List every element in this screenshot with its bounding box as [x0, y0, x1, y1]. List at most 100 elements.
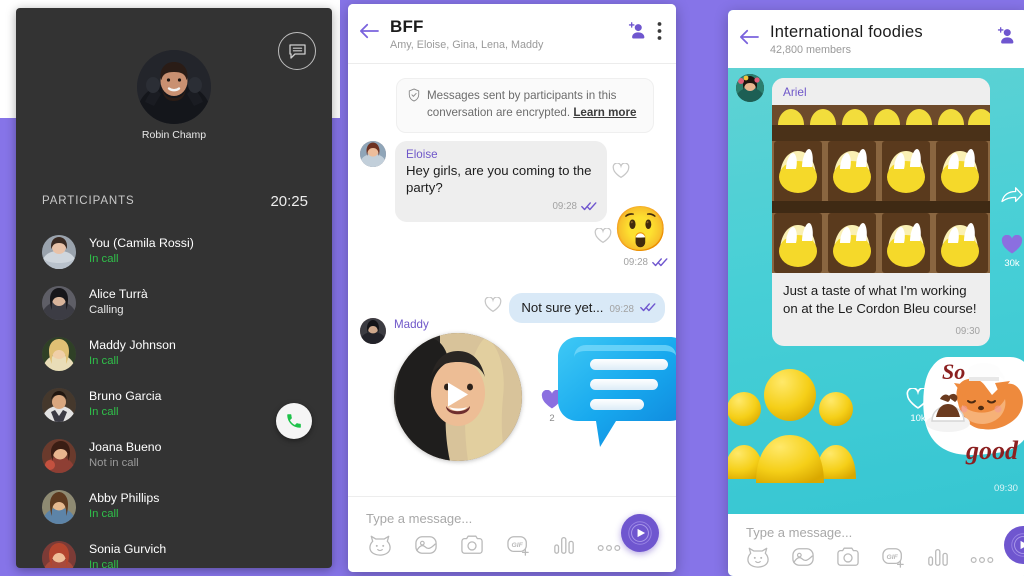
caller-name: Robin Champ — [141, 129, 207, 141]
message-bubble: Eloise Hey girls, are you coming to the … — [395, 140, 607, 222]
send-button[interactable] — [621, 514, 659, 552]
shield-check-icon — [408, 88, 420, 122]
gif-icon[interactable]: GIF — [881, 546, 906, 573]
read-receipt-icon — [581, 198, 597, 216]
post-text: Just a taste of what I'm working on at t… — [783, 283, 977, 316]
message-meta: 09:28 — [613, 254, 668, 272]
message-sender: Eloise — [406, 147, 438, 161]
avatar — [42, 336, 76, 371]
encryption-notice: Messages sent by participants in this co… — [396, 78, 654, 133]
gallery-icon[interactable] — [791, 546, 815, 573]
post-photo — [772, 105, 990, 273]
participant-row-6[interactable]: Sonia Gurvich In call — [16, 532, 332, 568]
community-members: 42,800 members — [770, 43, 852, 56]
answer-call-button[interactable] — [276, 403, 312, 439]
message-incoming-video[interactable]: Maddy — [360, 317, 429, 344]
participant-row-5[interactable]: Abby Phillips In call — [16, 481, 332, 532]
read-receipt-icon — [652, 254, 668, 272]
community-feed: Ariel Just a taste of what I'm working o… — [728, 68, 1024, 514]
participants-label: PARTICIPANTS — [42, 195, 135, 207]
screenshot-stage: Robin Champ PARTICIPANTS 20:25 You (Cami… — [0, 0, 1024, 576]
share-arrow-icon[interactable] — [1000, 186, 1024, 211]
chat-bubble-icon[interactable] — [278, 32, 316, 70]
message-time: 09:28 — [623, 257, 648, 269]
chat-subtitle: Amy, Eloise, Gina, Lena, Maddy — [390, 38, 544, 51]
message-time: 09:28 — [552, 201, 577, 213]
poll-icon[interactable] — [927, 546, 949, 573]
community-post[interactable]: Ariel Just a taste of what I'm working o… — [772, 78, 990, 346]
participant-name: Joana Bueno — [89, 440, 162, 455]
post-action-rail: 30k — [1000, 186, 1024, 269]
heart-reaction-button-0[interactable] — [612, 162, 630, 184]
play-icon[interactable] — [445, 380, 471, 413]
avatar — [42, 285, 76, 320]
video-message-thumbnail[interactable] — [394, 332, 522, 461]
message-outgoing-emoji[interactable]: 😲 09:28 — [613, 204, 668, 272]
avatar — [360, 317, 386, 344]
participant-status: In call — [89, 252, 119, 265]
caller-avatar — [137, 50, 211, 124]
surprised-emoji-icon: 😲 — [613, 204, 668, 254]
message-input[interactable]: Type a message... — [728, 514, 1024, 540]
participant-list: You (Camila Rossi) In call Alice Turrà C… — [16, 226, 332, 568]
participant-row-0[interactable]: You (Camila Rossi) In call — [16, 226, 332, 277]
chat-title: BFF — [390, 16, 424, 36]
avatar — [42, 438, 76, 473]
post-author-name: Ariel — [772, 78, 990, 105]
message-text: Not sure yet... — [521, 299, 604, 315]
call-timer: 20:25 — [270, 192, 308, 210]
participants-header: PARTICIPANTS 20:25 — [16, 186, 332, 216]
camera-icon[interactable] — [836, 546, 860, 573]
participant-status: In call — [89, 405, 119, 418]
more-horizontal-icon[interactable] — [970, 551, 994, 569]
svg-text:GIF: GIF — [886, 554, 898, 561]
message-incoming-text[interactable]: Eloise Hey girls, are you coming to the … — [360, 140, 607, 222]
gallery-icon[interactable] — [414, 534, 438, 561]
chat-screen-panel: BFF Amy, Eloise, Gina, Lena, Maddy Messa… — [348, 4, 676, 572]
participant-status: Not in call — [89, 456, 139, 469]
chat-title-block: BFF Amy, Eloise, Gina, Lena, Maddy — [390, 17, 616, 51]
participant-row-1[interactable]: Alice Turrà Calling — [16, 277, 332, 328]
participant-row-2[interactable]: Maddy Johnson In call — [16, 328, 332, 379]
more-vertical-icon[interactable] — [657, 21, 662, 46]
community-screen-panel: International foodies 42,800 members Ari… — [728, 10, 1024, 576]
camera-icon[interactable] — [460, 534, 484, 561]
call-header: Robin Champ — [16, 8, 332, 184]
message-time: 09:28 — [609, 303, 634, 315]
chat-header: BFF Amy, Eloise, Gina, Lena, Maddy — [348, 4, 676, 64]
heart-filled-icon[interactable] — [1000, 234, 1024, 260]
message-meta: 09:28 — [406, 198, 597, 216]
learn-more-link[interactable]: Learn more — [573, 106, 636, 119]
poll-icon[interactable] — [553, 534, 575, 561]
sticker-cat-icon[interactable] — [746, 546, 770, 573]
gif-icon[interactable]: GIF — [506, 534, 531, 561]
community-title: International foodies — [770, 22, 923, 41]
heart-reaction-button-2[interactable] — [484, 296, 502, 318]
svg-text:GIF: GIF — [511, 542, 523, 549]
back-arrow-icon[interactable] — [358, 22, 384, 45]
people-emoji-sticker — [728, 365, 862, 488]
participant-status: In call — [89, 507, 119, 520]
avatar — [42, 234, 76, 269]
back-arrow-icon[interactable] — [738, 28, 764, 51]
avatar — [42, 387, 76, 422]
more-horizontal-icon[interactable] — [597, 539, 621, 557]
participant-name: Abby Phillips — [89, 491, 160, 506]
call-screen-panel: Robin Champ PARTICIPANTS 20:25 You (Cami… — [16, 8, 332, 568]
participant-row-4[interactable]: Joana Bueno Not in call — [16, 430, 332, 481]
participant-status: Calling — [89, 303, 124, 316]
post-author-avatar — [736, 74, 764, 102]
composer-icon-row: GIF — [728, 540, 1024, 573]
community-title-block: International foodies 42,800 members — [770, 23, 985, 56]
message-sender: Maddy — [394, 317, 429, 331]
heart-reaction-button-1[interactable] — [594, 227, 612, 249]
sticker-cat-icon[interactable] — [368, 534, 392, 561]
add-person-icon[interactable] — [995, 26, 1016, 52]
so-good-fox-sticker: So good — [918, 353, 1024, 470]
avatar — [42, 489, 76, 524]
message-outgoing-text[interactable]: Not sure yet... 09:28 — [509, 292, 665, 323]
add-person-icon[interactable] — [626, 21, 647, 47]
message-text: Hey girls, are you coming to the party? — [406, 162, 592, 196]
avatar — [360, 140, 386, 167]
sticker-time: 09:30 — [993, 483, 1018, 494]
